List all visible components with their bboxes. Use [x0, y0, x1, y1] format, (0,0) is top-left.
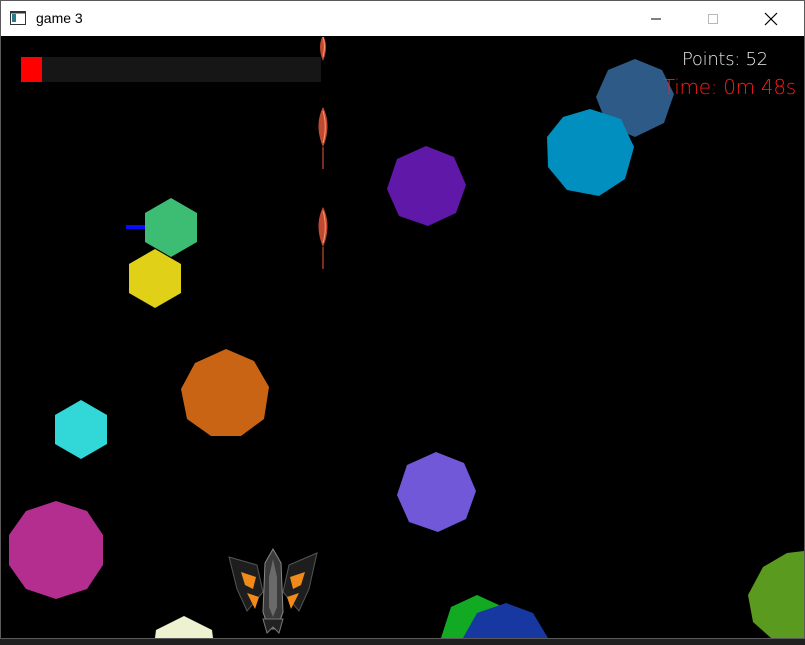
close-button[interactable]	[742, 1, 800, 36]
asteroid	[547, 109, 634, 196]
player-ship	[228, 547, 318, 634]
missile	[318, 207, 328, 269]
asteroid	[55, 400, 107, 459]
window-title: game 3	[36, 10, 83, 26]
points-counter: Points: 52	[682, 49, 768, 70]
game-canvas[interactable]: Points: 52 Time: 0m 48s	[1, 37, 804, 638]
asteroid	[387, 146, 466, 226]
asteroid	[181, 349, 269, 436]
time-counter: Time: 0m 48s	[663, 75, 796, 99]
app-window-icon	[10, 10, 26, 25]
health-bar-fill	[21, 57, 42, 82]
missile	[318, 107, 328, 169]
close-icon	[764, 12, 778, 25]
game-scene	[9, 37, 804, 638]
asteroid	[155, 616, 213, 638]
asteroid	[145, 198, 197, 257]
asteroid	[748, 551, 804, 638]
minimize-button[interactable]	[627, 1, 685, 36]
maximize-icon	[708, 13, 718, 24]
health-bar-track	[21, 57, 321, 82]
asteroid	[129, 249, 181, 308]
game-window: game 3 Points: 52 Time: 0m 48s	[0, 0, 805, 639]
maximize-button[interactable]	[684, 1, 742, 36]
minimize-icon	[651, 18, 661, 19]
asteroid	[9, 501, 103, 599]
asteroid	[397, 452, 476, 532]
title-bar[interactable]: game 3	[1, 1, 804, 36]
